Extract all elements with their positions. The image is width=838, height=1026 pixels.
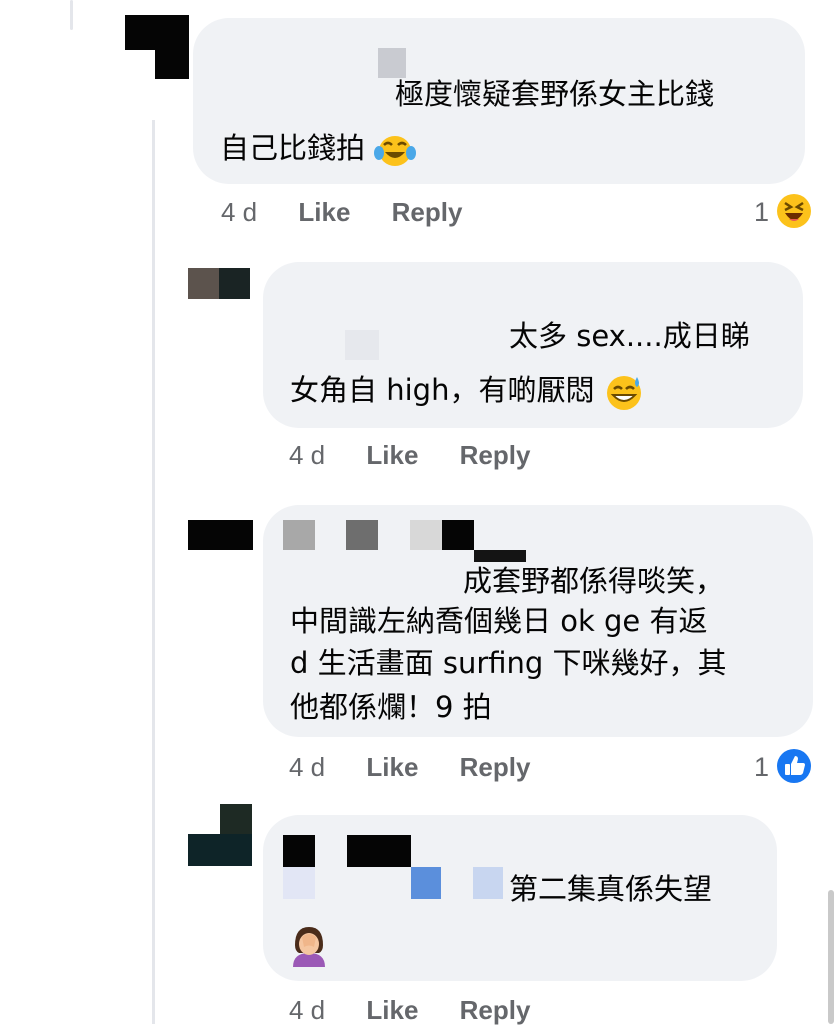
- like-button[interactable]: Like: [366, 440, 418, 470]
- comment-bubble: 極度懷疑套野係女主比錢 自己比錢拍: [193, 18, 805, 184]
- comment-text-line: 中間識左納喬個幾日 ok ge 有返: [290, 604, 708, 638]
- timestamp[interactable]: 4 d: [289, 995, 325, 1025]
- laughing-face-icon[interactable]: [776, 193, 812, 229]
- author-name-redacted: [474, 550, 526, 562]
- like-thumb-icon[interactable]: [776, 748, 812, 784]
- avatar[interactable]: [188, 268, 219, 299]
- sweat-smile-emoji: [606, 376, 641, 410]
- reaction-count[interactable]: 1: [754, 197, 769, 228]
- reply-button[interactable]: Reply: [460, 752, 531, 782]
- reaction-count[interactable]: 1: [754, 752, 769, 783]
- scrollbar[interactable]: [828, 890, 834, 1024]
- timestamp[interactable]: 4 d: [289, 440, 325, 470]
- author-name-redacted: [346, 520, 378, 550]
- tears-of-joy-emoji: [374, 136, 417, 166]
- comment-text-line: 他都係爛！9 拍: [290, 690, 492, 724]
- timestamp[interactable]: 4 d: [221, 197, 257, 227]
- timestamp[interactable]: 4 d: [289, 752, 325, 782]
- comment-meta: 4 d Like Reply: [289, 995, 530, 1026]
- comment-meta: 4 d Like Reply: [221, 197, 462, 228]
- author-name-redacted: [283, 520, 315, 550]
- comment-meta: 4 d Like Reply: [289, 752, 530, 783]
- comment-bubble: 第二集真係失望: [263, 815, 777, 981]
- author-name-redacted: [347, 835, 411, 867]
- avatar-mask: [125, 50, 155, 79]
- reply-button[interactable]: Reply: [392, 197, 463, 227]
- comment-text-line: 極度懷疑套野係女主比錢: [395, 77, 715, 111]
- comment-text-line: 女角自 high，有啲厭悶: [290, 370, 644, 411]
- author-name-redacted: [473, 867, 503, 899]
- avatar[interactable]: [220, 804, 252, 834]
- reply-button[interactable]: Reply: [460, 440, 531, 470]
- facepalm-woman-emoji: [293, 927, 325, 967]
- comment-text-line: 第二集真係失望: [509, 872, 713, 906]
- comment-text-line: d 生活畫面 surfing 下咪幾好，其: [290, 646, 727, 680]
- like-button[interactable]: Like: [366, 995, 418, 1025]
- author-name-redacted: [345, 330, 379, 360]
- like-button[interactable]: Like: [366, 752, 418, 782]
- author-name-redacted: [410, 520, 442, 550]
- thread-line-top: [70, 0, 73, 30]
- thread-line: [152, 120, 155, 1024]
- avatar: [188, 834, 252, 866]
- comment-text-line: 成套野都係得啖笑，: [463, 564, 725, 598]
- reply-button[interactable]: Reply: [460, 995, 531, 1025]
- comment-text-line: 太多 sex....成日睇: [509, 319, 750, 353]
- comment-meta: 4 d Like Reply: [289, 440, 530, 471]
- author-name-redacted: [283, 867, 315, 899]
- avatar[interactable]: [188, 520, 253, 550]
- author-name-redacted: [442, 520, 474, 550]
- avatar: [219, 268, 250, 299]
- comment-text-line: 自己比錢拍: [220, 128, 417, 169]
- author-name-redacted: [411, 867, 441, 899]
- author-name-redacted: [283, 835, 315, 867]
- comment-bubble: 太多 sex....成日睇 女角自 high，有啲厭悶: [263, 262, 803, 428]
- like-button[interactable]: Like: [298, 197, 350, 227]
